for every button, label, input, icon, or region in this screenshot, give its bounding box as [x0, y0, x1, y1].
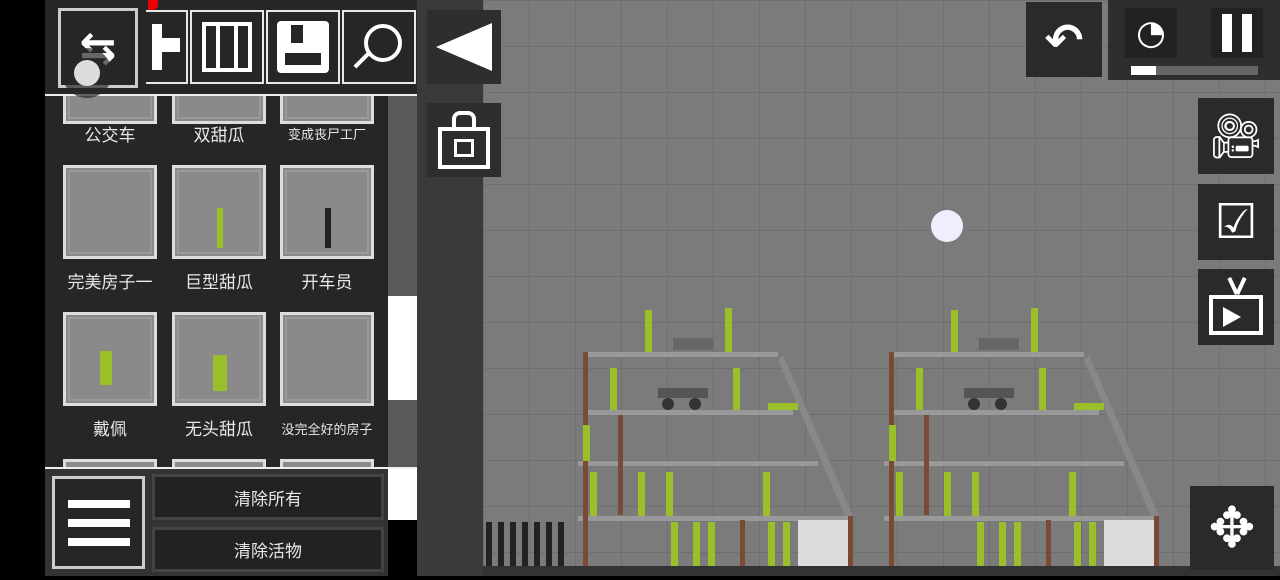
- undo-button[interactable]: ↶: [1026, 2, 1102, 77]
- side-column: [417, 0, 483, 576]
- light-orb: [931, 210, 963, 242]
- item-label: 开车员: [301, 273, 353, 293]
- catalog-item-giant-melon[interactable]: [172, 165, 266, 259]
- item-label: 完美房子一: [67, 273, 153, 293]
- joystick-knob: [74, 60, 100, 86]
- catalog-item-driver[interactable]: [280, 165, 374, 259]
- film-button[interactable]: [190, 10, 264, 84]
- menu-button[interactable]: [52, 476, 145, 569]
- camera-button[interactable]: 🎥︎: [1198, 98, 1274, 174]
- undo-icon: ↶: [1044, 12, 1084, 67]
- catalog-item-daipei[interactable]: [63, 312, 157, 406]
- item-label: 双甜瓜: [193, 126, 245, 146]
- catalog-item-perfect-house[interactable]: [63, 165, 157, 259]
- notification-dot: [148, 0, 158, 10]
- move-arrows-icon: ✥: [1208, 495, 1256, 561]
- scroll-indicator: [388, 469, 417, 520]
- slow-motion-icon: ◔: [1136, 13, 1166, 53]
- contextmenu-button[interactable]: [146, 10, 188, 84]
- item-label: 巨型甜瓜: [185, 273, 253, 293]
- tool-icon: [152, 24, 180, 70]
- game-world[interactable]: [483, 0, 1280, 576]
- floppy-disk-icon: [277, 21, 329, 73]
- building-structure: [578, 308, 853, 566]
- item-label: 无头甜瓜: [185, 420, 253, 440]
- clear-all-button[interactable]: 清除所有: [152, 474, 384, 520]
- scene: [483, 210, 1280, 576]
- pause-icon: [1222, 14, 1252, 52]
- time-scale-bar[interactable]: [1131, 66, 1258, 75]
- item-label: 变成丧尸工厂: [287, 128, 366, 143]
- catalog-item-broken-house[interactable]: [280, 312, 374, 406]
- move-button[interactable]: ✥: [1190, 486, 1274, 570]
- item-label: 戴佩: [93, 420, 127, 440]
- film-icon: [202, 22, 252, 72]
- joystick-base[interactable]: [62, 48, 112, 98]
- clear-living-button[interactable]: 清除活物: [152, 527, 384, 572]
- item-label: 公交车: [84, 126, 136, 146]
- triangle-left-icon: [436, 23, 492, 71]
- pause-button[interactable]: [1211, 8, 1263, 58]
- save-button[interactable]: [266, 10, 340, 84]
- select-button[interactable]: ☑: [1198, 184, 1274, 260]
- tv-button[interactable]: [1198, 269, 1274, 345]
- lock-button[interactable]: [427, 103, 501, 177]
- video-camera-icon: 🎥︎: [1208, 111, 1264, 162]
- slow-motion-button[interactable]: ◔: [1125, 8, 1177, 58]
- lock-icon: [438, 111, 490, 169]
- scrollbar-track[interactable]: [388, 96, 417, 467]
- checkbox-icon: ☑: [1214, 194, 1258, 250]
- tv-icon: [1209, 276, 1263, 335]
- time-scale-fill: [1131, 66, 1157, 75]
- collapse-panel-button[interactable]: [427, 10, 501, 84]
- catalog-item-headless-melon[interactable]: [172, 312, 266, 406]
- magnifier-icon: [353, 24, 402, 69]
- scrollbar-thumb[interactable]: [388, 296, 417, 400]
- building-structure-copy: [884, 308, 1159, 566]
- search-button[interactable]: [342, 10, 416, 84]
- hamburger-icon: [67, 499, 130, 546]
- item-label: 没完全好的房子: [281, 423, 373, 438]
